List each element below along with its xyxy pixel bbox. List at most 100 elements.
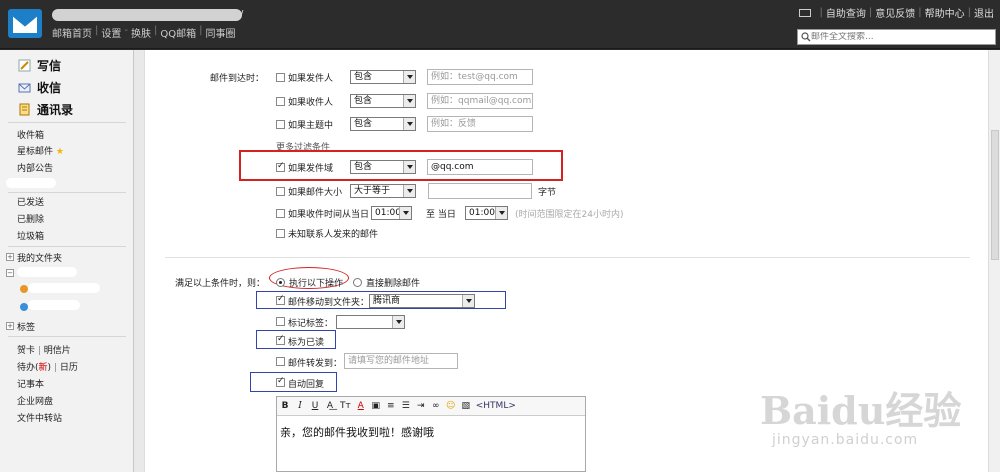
move-folder-select[interactable]: 腾讯商 [369, 294, 475, 308]
forward-checkbox[interactable] [276, 357, 285, 366]
if-recipient-checkbox[interactable] [276, 97, 285, 106]
account-name-blurred [52, 9, 242, 21]
receive-button[interactable]: 收信 [18, 79, 61, 96]
tag-select[interactable] [336, 315, 405, 329]
link-self-service[interactable]: 自助查询 [826, 5, 866, 20]
text-color-icon[interactable]: A [356, 401, 366, 412]
move-to-checkbox[interactable] [276, 294, 285, 305]
editor-toolbar: B I U A͟ Tт A ▣ ≡ ☰ ⇥ ∞ ☺ ▧ <HTML> [277, 397, 585, 416]
recipient-input[interactable]: 例如：qqmail@qq.com [427, 93, 533, 109]
unknown-contact-checkbox[interactable] [276, 229, 285, 238]
recipient-op-value: 包含 [354, 96, 373, 106]
list-icon[interactable]: ☰ [401, 401, 411, 412]
write-label: 写信 [37, 59, 62, 73]
satisfy-label: 满足以上条件时，则： [175, 279, 266, 289]
subject-input[interactable]: 例如：反馈 [427, 116, 533, 132]
folder-starred[interactable]: 星标邮件 ★ [17, 144, 64, 157]
divider [8, 192, 126, 193]
link-feedback[interactable]: 意见反馈 [875, 5, 915, 20]
folder-deleted[interactable]: 已删除 [17, 212, 44, 225]
expand-icon[interactable]: + [6, 322, 14, 330]
delete-direct-radio[interactable] [353, 278, 362, 287]
sender-op-select[interactable]: 包含 [350, 70, 416, 84]
tool-pending[interactable]: 待办 [17, 363, 35, 373]
divider [8, 122, 126, 123]
tool-postcard[interactable]: 明信片 [44, 346, 71, 356]
folder-sent[interactable]: 已发送 [17, 195, 44, 208]
underline-icon[interactable]: U [310, 401, 320, 412]
time-to-select[interactable]: 01:00 [465, 206, 508, 220]
domain-op-select[interactable]: 包含 [350, 160, 416, 174]
font-icon[interactable]: A͟ [325, 401, 335, 412]
expand-icon[interactable]: + [6, 253, 14, 261]
write-button[interactable]: 写信 [18, 57, 61, 74]
auto-reply-checkbox[interactable] [276, 376, 285, 387]
nav-settings[interactable]: 设置 [101, 25, 121, 40]
subject-op-select[interactable]: 包含 [350, 117, 416, 131]
expand-icon[interactable]: − [6, 269, 14, 277]
address-book-icon [19, 103, 30, 116]
do-actions-radio[interactable] [276, 278, 285, 287]
arrive-label: 邮件到达时： [210, 74, 265, 84]
chevron-down-icon [495, 207, 507, 219]
vertical-scrollbar[interactable] [988, 50, 1000, 472]
nav-qqmail[interactable]: QQ邮箱 [160, 25, 196, 40]
bold-icon[interactable]: B [280, 401, 290, 412]
html-toggle-button[interactable]: <HTML> [476, 401, 516, 412]
highlight-icon[interactable]: ▣ [371, 401, 381, 412]
bytes-label: 字节 [538, 188, 557, 198]
qq-folder-icon [20, 303, 28, 311]
indent-icon[interactable]: ⇥ [416, 401, 426, 412]
align-icon[interactable]: ≡ [386, 401, 396, 412]
my-folders[interactable]: 我的文件夹 [17, 251, 62, 264]
recipient-ph-value: qqmail@qq.com [458, 96, 532, 106]
if-sender-checkbox[interactable] [276, 73, 285, 82]
time-from-select[interactable]: 01:00 [371, 206, 412, 220]
size-input[interactable] [428, 183, 532, 199]
tool-transfer[interactable]: 文件中转站 [17, 411, 62, 424]
logo-icon[interactable] [8, 9, 42, 38]
tool-netdisk[interactable]: 企业网盘 [17, 394, 53, 407]
tool-notes[interactable]: 记事本 [17, 377, 44, 390]
reply-text[interactable]: 亲，您的邮件我收到啦！感谢哦 [277, 416, 585, 448]
tool-card[interactable]: 贺卡 [17, 346, 35, 356]
mark-read-label: 标为已读 [288, 338, 325, 348]
emoji-icon[interactable]: ☺ [446, 401, 456, 412]
keyboard-icon[interactable] [798, 8, 811, 17]
font-size-icon[interactable]: Tт [340, 401, 351, 412]
if-time-checkbox[interactable] [276, 209, 285, 218]
image-icon[interactable]: ▧ [461, 401, 471, 412]
link-icon[interactable]: ∞ [431, 401, 441, 412]
top-header: / 邮箱首页 | 设置 - 换肤 | QQ邮箱 | 同事圈 | 自助查询 | 意见反馈 | … [0, 0, 1000, 49]
blurred-folder [6, 178, 56, 188]
if-domain-checkbox[interactable] [276, 161, 285, 172]
time-to-value: 01:00 [469, 208, 495, 218]
search-input[interactable] [811, 32, 991, 42]
link-logout[interactable]: 退出 [974, 5, 994, 20]
link-help[interactable]: 帮助中心 [925, 5, 965, 20]
sender-input[interactable]: 例如：test@qq.com [427, 69, 533, 85]
tool-calendar[interactable]: 日历 [60, 363, 78, 373]
scroll-thumb[interactable] [991, 130, 999, 260]
domain-input[interactable]: @qq.com [427, 159, 533, 175]
folder-inbox[interactable]: 收件箱 [17, 128, 44, 141]
mark-read-checkbox[interactable] [276, 334, 285, 345]
search-box[interactable] [797, 29, 996, 45]
contacts-button[interactable]: 通讯录 [18, 101, 73, 118]
size-op-select[interactable]: 大于等于 [350, 184, 416, 198]
auto-reply-label: 自动回复 [288, 380, 325, 390]
nav-skin[interactable]: 换肤 [131, 25, 151, 40]
italic-icon[interactable]: I [295, 401, 305, 412]
mark-tag-checkbox[interactable] [276, 317, 285, 326]
nav-home[interactable]: 邮箱首页 [52, 25, 92, 40]
folder-junk[interactable]: 垃圾箱 [17, 229, 44, 242]
reply-editor[interactable]: B I U A͟ Tт A ▣ ≡ ☰ ⇥ ∞ ☺ ▧ <HTML> 亲，您的邮… [276, 396, 586, 472]
if-size-checkbox[interactable] [276, 187, 285, 196]
forward-input[interactable]: 请填写您的邮件地址 [344, 353, 458, 369]
recipient-op-select[interactable]: 包含 [350, 94, 416, 108]
nav-colleagues[interactable]: 同事圈 [205, 25, 235, 40]
if-subject-checkbox[interactable] [276, 120, 285, 129]
tags[interactable]: 标签 [17, 320, 35, 333]
folder-announcements[interactable]: 内部公告 [17, 161, 53, 174]
star-icon: ★ [55, 147, 64, 157]
